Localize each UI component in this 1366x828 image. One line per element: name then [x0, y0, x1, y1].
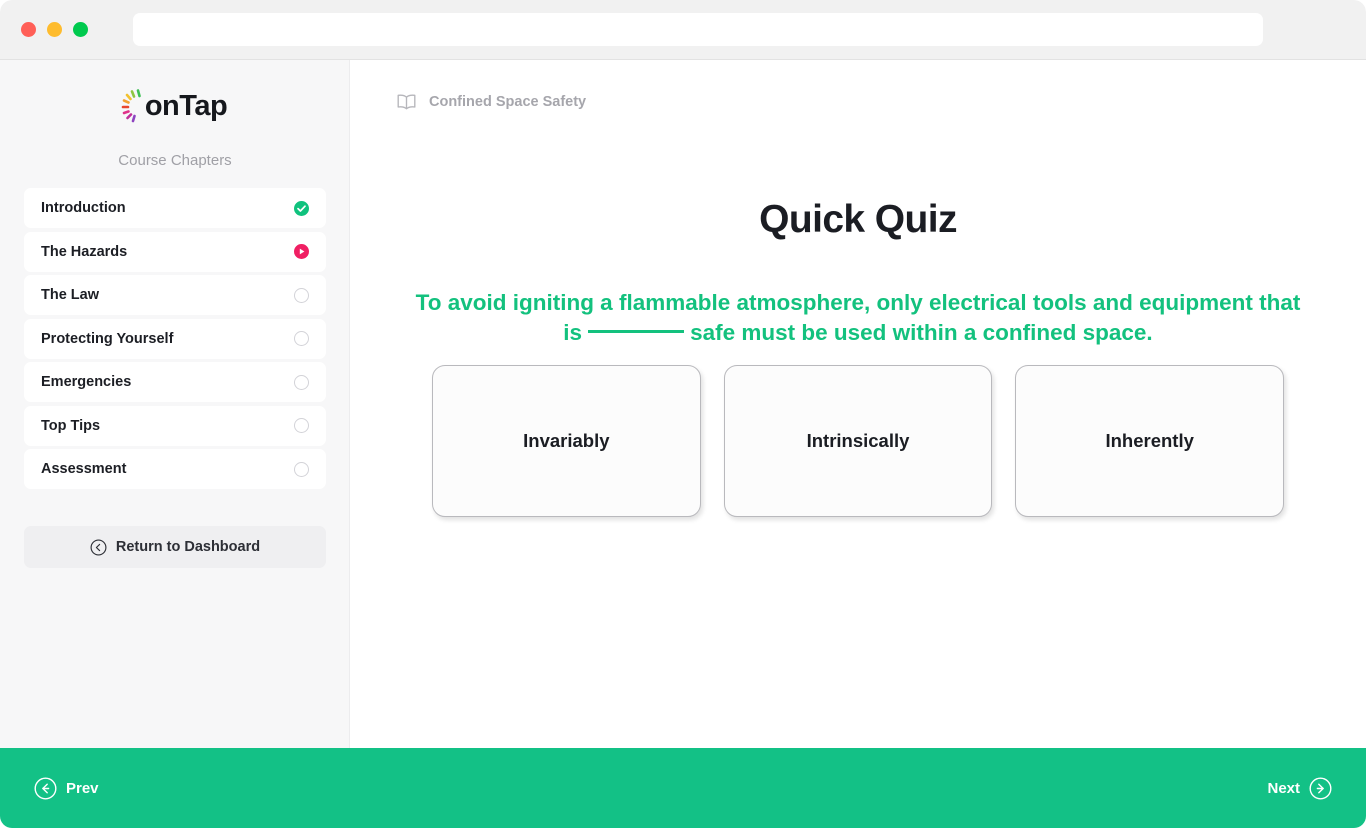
status-pending-icon	[294, 331, 309, 346]
prev-button[interactable]: Prev	[28, 776, 105, 801]
sidebar-item-assessment[interactable]: Assessment	[24, 449, 326, 489]
sidebar-item-introduction[interactable]: Introduction	[24, 188, 326, 228]
sidebar-item-emergencies[interactable]: Emergencies	[24, 362, 326, 402]
breadcrumb-label: Confined Space Safety	[429, 94, 587, 110]
answer-options: Invariably Intrinsically Inherently	[432, 365, 1285, 517]
answer-label: Invariably	[523, 430, 610, 451]
status-pending-icon	[294, 374, 309, 390]
chapter-label: Introduction	[41, 200, 126, 216]
footer-navigation-bar: Prev 39% Next	[0, 748, 1366, 828]
sidebar-item-protecting-yourself[interactable]: Protecting Yourself	[24, 318, 326, 359]
answer-blank	[588, 330, 685, 334]
answer-option-inherently[interactable]: Inherently	[1015, 365, 1285, 517]
chapter-label: Top Tips	[41, 417, 101, 434]
chapter-label: Assessment	[41, 461, 127, 477]
status-pending-icon	[294, 461, 309, 477]
chapter-label: The Law	[41, 287, 100, 303]
minimize-window-icon[interactable]	[47, 22, 62, 37]
breadcrumb[interactable]: Confined Space Safety	[396, 93, 586, 111]
book-icon	[397, 94, 416, 110]
close-window-icon[interactable]	[21, 22, 36, 37]
maximize-window-icon[interactable]	[73, 22, 88, 37]
status-complete-icon	[294, 200, 309, 216]
arrow-left-circle-icon	[90, 539, 107, 555]
answer-label: Inherently	[1105, 430, 1194, 451]
return-to-dashboard-button[interactable]: Return to Dashboard	[24, 526, 326, 568]
page-title: Quick Quiz	[759, 198, 957, 241]
sidebar-item-the-law[interactable]: The Law	[24, 275, 326, 315]
question-text-part2: safe must be used within a confined spac…	[690, 320, 1153, 345]
logo-burst-icon	[121, 89, 141, 123]
next-button[interactable]: Next	[1261, 776, 1338, 801]
app-container: onTap Course Chapters Introduction The H…	[0, 60, 1366, 828]
chapter-list: Introduction The Hazards The Law Protect…	[24, 188, 326, 493]
answer-label: Intrinsically	[806, 430, 910, 451]
ontap-logo: onTap	[0, 86, 350, 126]
status-pending-icon	[294, 287, 309, 303]
answer-option-invariably[interactable]: Invariably	[432, 365, 701, 517]
browser-window: onTap Course Chapters Introduction The H…	[0, 0, 1366, 828]
course-chapters-label: Course Chapters	[118, 152, 232, 169]
sidebar-item-the-hazards[interactable]: The Hazards	[24, 231, 326, 272]
browser-titlebar	[0, 0, 1366, 60]
sidebar-item-top-tips[interactable]: Top Tips	[24, 405, 326, 446]
url-input[interactable]	[133, 13, 1263, 46]
arrow-right-circle-icon	[1309, 777, 1332, 800]
next-label: Next	[1267, 780, 1300, 797]
quiz-question: To avoid igniting a flammable atmosphere…	[405, 288, 1311, 348]
sidebar: onTap Course Chapters Introduction The H…	[0, 60, 350, 748]
window-controls	[21, 22, 88, 37]
main-content: Confined Space Safety Quick Quiz To avoi…	[350, 60, 1366, 748]
chapter-label: The Hazards	[41, 243, 128, 260]
arrow-left-circle-icon	[34, 777, 57, 800]
chapter-label: Emergencies	[41, 374, 132, 390]
return-to-dashboard-label: Return to Dashboard	[115, 539, 261, 555]
answer-option-intrinsically[interactable]: Intrinsically	[723, 365, 993, 517]
status-play-icon	[294, 244, 309, 259]
chapter-label: Protecting Yourself	[41, 330, 174, 347]
prev-label: Prev	[66, 780, 99, 797]
status-pending-icon	[294, 418, 309, 433]
